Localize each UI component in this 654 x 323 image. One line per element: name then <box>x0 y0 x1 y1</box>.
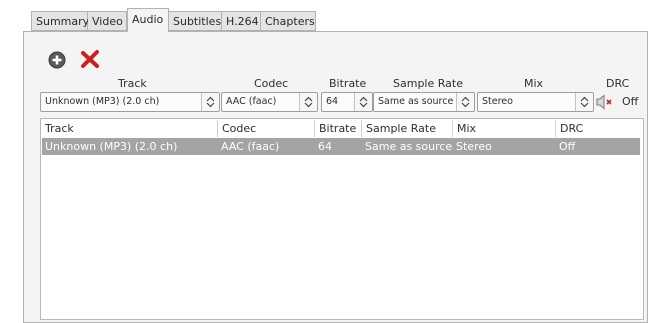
plus-circle-icon <box>48 51 66 69</box>
table-row[interactable]: Unknown (MP3) (2.0 ch) AAC (faac) 64 Sam… <box>42 138 640 155</box>
column-header-drc[interactable]: DRC <box>556 120 641 137</box>
audio-track-list[interactable]: Track Codec Bitrate Sample Rate Mix DRC … <box>40 118 644 320</box>
mix-header: Mix <box>524 77 544 90</box>
column-header-mix[interactable]: Mix <box>453 120 556 137</box>
sample-rate-select[interactable]: Same as source <box>373 92 475 112</box>
sample-rate-select-value: Same as source <box>378 96 454 107</box>
column-header-bitrate[interactable]: Bitrate <box>315 120 362 137</box>
drc-header: DRC <box>606 77 630 90</box>
column-header-track[interactable]: Track <box>41 120 218 137</box>
sample-rate-header: Sample Rate <box>393 77 463 90</box>
cell-mix: Stereo <box>456 140 492 153</box>
tab-audio[interactable]: Audio <box>127 8 169 32</box>
tab-summary[interactable]: Summary <box>31 11 89 31</box>
updown-arrow-icon <box>575 93 593 111</box>
drc-volume-button[interactable] <box>596 94 616 110</box>
updown-arrow-icon <box>201 93 219 111</box>
cell-sample-rate: Same as source <box>365 140 453 153</box>
updown-arrow-icon <box>456 93 474 111</box>
codec-select[interactable]: AAC (faac) <box>221 92 318 112</box>
tab-subtitles[interactable]: Subtitles <box>169 11 222 31</box>
track-select-value: Unknown (MP3) (2.0 ch) <box>45 96 160 107</box>
updown-arrow-icon <box>354 93 372 111</box>
remove-track-button[interactable] <box>80 49 100 69</box>
cell-bitrate: 64 <box>318 140 332 153</box>
tab-chapters[interactable]: Chapters <box>261 11 316 31</box>
bitrate-header: Bitrate <box>329 77 367 90</box>
red-x-icon <box>81 50 99 68</box>
cell-track: Unknown (MP3) (2.0 ch) <box>45 140 178 153</box>
codec-select-value: AAC (faac) <box>226 96 277 107</box>
mix-select[interactable]: Stereo <box>477 92 594 112</box>
cell-codec: AAC (faac) <box>221 140 280 153</box>
column-header-codec[interactable]: Codec <box>218 120 315 137</box>
cell-drc: Off <box>559 140 576 153</box>
track-header: Track <box>118 77 147 90</box>
speaker-muted-icon <box>596 94 612 110</box>
updown-arrow-icon <box>299 93 317 111</box>
tab-video[interactable]: Video <box>88 11 127 31</box>
bitrate-select-value: 64 <box>326 96 339 107</box>
add-track-button[interactable] <box>47 50 67 70</box>
mix-select-value: Stereo <box>482 96 513 107</box>
drc-value: Off <box>622 95 639 108</box>
tab-h264[interactable]: H.264 <box>222 11 261 31</box>
track-select[interactable]: Unknown (MP3) (2.0 ch) <box>40 92 220 112</box>
column-header-sample-rate[interactable]: Sample Rate <box>362 120 453 137</box>
bitrate-select[interactable]: 64 <box>321 92 373 112</box>
codec-header: Codec <box>254 77 289 90</box>
